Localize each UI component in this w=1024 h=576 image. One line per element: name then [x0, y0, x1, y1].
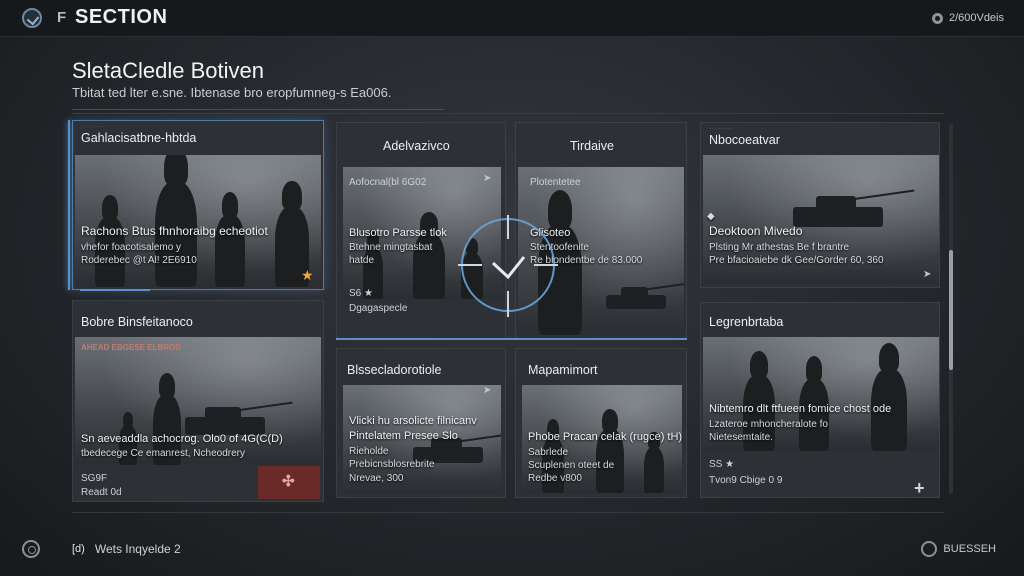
card-body: Plsting Mr athestas Be f brantre [709, 242, 850, 253]
confirm-button-icon [921, 541, 938, 557]
top-right-status[interactable]: 2/600Vdeis [931, 12, 1004, 24]
card-body-2: Rieholde [349, 446, 389, 457]
content-card-7[interactable]: ········ Nbocoeatvar ◆ Deoktoon Mivedo P… [700, 122, 940, 288]
card-meta-2: Readt 0d [81, 487, 122, 498]
card-headline: Rachons Btus fhnhoraibg echeotiot [81, 224, 268, 238]
card-meta-1: SG9F [81, 473, 108, 484]
key-prompt: [d) [72, 543, 85, 555]
card-headline: Deoktoon Mivedo [709, 224, 803, 238]
card-headline: Phobe Pracan celak (rugce) tH) [528, 431, 683, 443]
card-title: Gahlacisatbne-hbtda [81, 131, 197, 145]
card-meta-2: Dgagaspecle [349, 303, 408, 314]
card-meta: Redbe v800 [528, 473, 582, 484]
card-strap: AHEAD EBGESE ELBROD [81, 343, 182, 352]
card-kicker: ········ [709, 126, 733, 132]
card-body-2: hatde [349, 255, 375, 266]
badge-icon: ◆ [707, 211, 715, 222]
app-logo-icon[interactable] [22, 8, 42, 28]
content-card-8[interactable]: Legrenbrtaba + Nibtemro dlt ftfueen fomi… [700, 302, 940, 498]
plus-icon: ✣ [282, 473, 295, 490]
row-selection-line [336, 338, 687, 340]
menu-icon[interactable]: F [57, 9, 66, 26]
star-icon: ★ [301, 267, 314, 283]
card-title: Mapamimort [528, 363, 598, 377]
card-meta-1: S6 ★ [349, 288, 373, 299]
card-body: Lzateroe mhoncheralote fo [709, 419, 828, 430]
crosshair-icon [458, 215, 558, 317]
card-meta: Roderebec @t Al! 2E6910 [81, 255, 197, 266]
page-subtitle: Tbitat ted lter e.sne. Ibtenase bro erop… [72, 85, 392, 100]
card-body: Pintelatem Presee Slo [349, 430, 458, 442]
card-meta-2: Tvon9 Cbige 0 9 [709, 475, 783, 486]
card-body: Sabrlede [528, 447, 569, 458]
card-kicker: ········ [81, 124, 105, 130]
top-bar: F SECTION 2/600Vdeis [0, 0, 1024, 37]
footer-left: [d) Wets Inqyelde 2 [22, 540, 181, 558]
scrollbar-thumb[interactable] [949, 250, 953, 370]
add-icon[interactable]: + [914, 479, 925, 497]
card-title: Nbocoeatvar [709, 133, 780, 147]
back-button-icon[interactable] [22, 540, 40, 558]
content-card-5[interactable]: Blssecladorotiole ➤ Vlicki hu arsolicte … [336, 348, 506, 498]
grid-bottom-divider [72, 512, 944, 513]
card-meta-1: SS ★ [709, 459, 735, 470]
card-meta: Nrevae, 300 [349, 473, 404, 484]
section-title: SECTION [75, 6, 168, 28]
chevron-right-icon[interactable]: ➤ [483, 385, 491, 396]
page-title: SletaCledle Botiven [72, 58, 265, 83]
card-image [75, 155, 321, 287]
card-title: Tirdaive [570, 139, 614, 153]
selection-indicator [68, 120, 70, 290]
card-meta: Pre bfacioaiebe dk Gee/Gorder 60, 360 [709, 255, 884, 266]
card-body: Btehne mingtasbat [349, 242, 433, 253]
card-small-label: Plotentetee [530, 177, 581, 188]
card-body-3: Prebicnsblosrebrite [349, 459, 435, 470]
card-headline: Nibtemro dlt ftfueen fomice chost ode [709, 403, 892, 415]
chevron-right-icon[interactable]: ➤ [483, 173, 491, 184]
card-body: tbedecege Ce emanrest, Ncheodrery [81, 448, 245, 459]
add-button[interactable]: ✣ [258, 466, 320, 499]
content-card-6[interactable]: Mapamimort Phobe Pracan celak (rugce) tH… [515, 348, 687, 498]
card-body-2: Nietesemtaite. [709, 432, 773, 443]
footer-right-label: BUESSEH [943, 543, 996, 555]
card-headline: Sn aeveaddla achocrog. Olo0 of 4G(C(D) [81, 433, 283, 445]
card-body-2: Scuplenen oteet de [528, 460, 615, 471]
card-headline: Vlicki hu arsolicte filnicanv [349, 415, 477, 427]
footer-right[interactable]: BUESSEH [921, 541, 996, 557]
chevron-right-icon[interactable]: ➤ [923, 269, 931, 280]
header-divider [72, 109, 444, 110]
selection-underline [80, 289, 150, 291]
footer-action-label[interactable]: Wets Inqyelde 2 [95, 542, 181, 556]
card-title: Blssecladorotiole [347, 363, 442, 377]
card-small-label: Aofocnal(bl 6G02 [349, 177, 427, 188]
top-right-label: 2/600Vdeis [948, 12, 1004, 24]
card-title: Bobre Binsfeitanoco [81, 315, 193, 329]
grid-top-divider [72, 113, 944, 114]
card-title: Adelvazivco [383, 139, 450, 153]
card-body: vhefor foacotisalemo y [81, 242, 182, 253]
gear-icon [931, 12, 943, 24]
card-headline: Blusotro Parsse tlok [349, 227, 447, 239]
card-title: Legrenbrtaba [709, 315, 784, 329]
content-card-1[interactable]: ········ Gahlacisatbne-hbtda Rachons Btu… [72, 120, 324, 290]
